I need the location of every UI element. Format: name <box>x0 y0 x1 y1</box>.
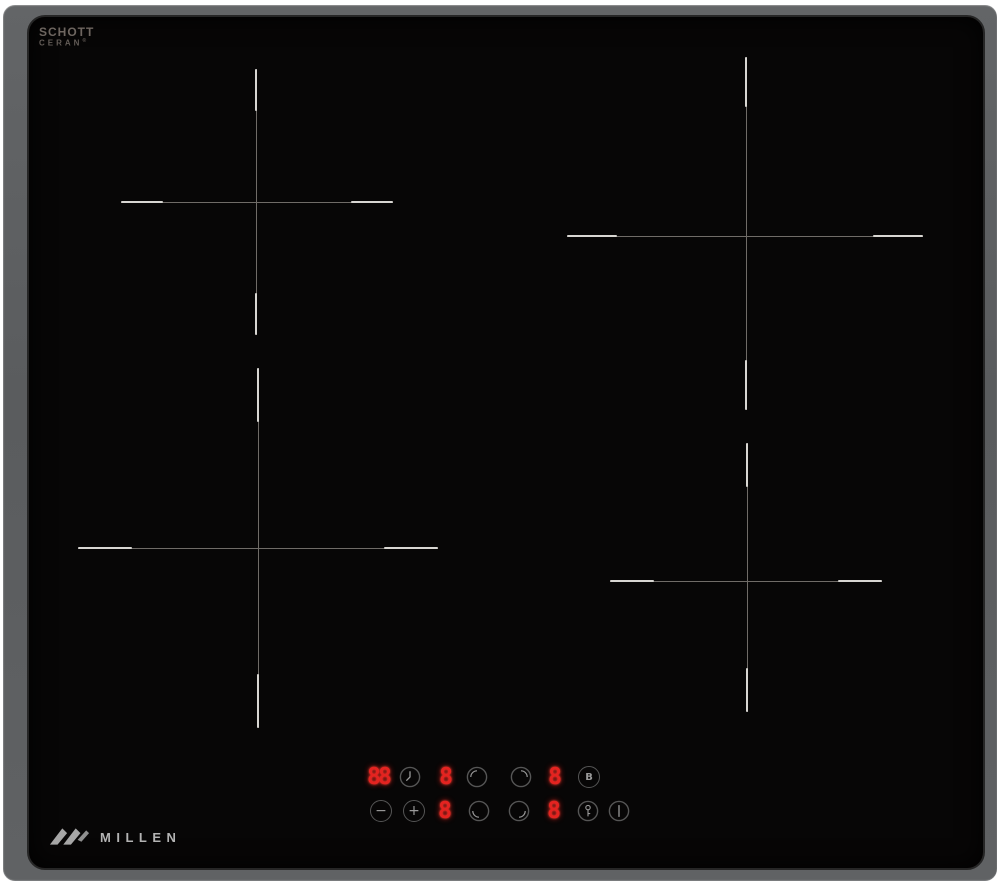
key-icon <box>577 800 599 822</box>
glass-brand-logo: SCHOTT CERAN® <box>39 26 94 48</box>
plus-button[interactable]: + <box>403 800 425 822</box>
cross-tip-bottom <box>257 674 259 728</box>
manufacturer-logo: MILLEN <box>48 824 181 850</box>
cross-line-horizontal <box>567 236 923 237</box>
zone-display-front-right: 8 <box>544 800 564 822</box>
power-icon <box>608 800 630 822</box>
cross-tip-right <box>351 201 393 203</box>
boost-button[interactable]: B <box>578 766 600 788</box>
clock-icon <box>399 766 421 788</box>
cross-tip-top <box>257 368 259 422</box>
cross-tip-top <box>746 443 748 487</box>
zone-arc-bottom-right-icon <box>508 800 530 822</box>
power-button[interactable] <box>608 800 630 822</box>
zone-select-front-right-button[interactable] <box>508 800 530 822</box>
cross-tip-left <box>610 580 654 582</box>
registered-mark: ® <box>82 38 86 44</box>
zone-select-front-left-button[interactable] <box>468 800 490 822</box>
cross-tip-left <box>121 201 163 203</box>
cross-tip-left <box>567 235 617 237</box>
cross-tip-right <box>838 580 882 582</box>
zone-arc-bottom-left-icon <box>468 800 490 822</box>
cross-tip-top <box>255 69 257 111</box>
millen-wave-logo-icon <box>48 824 90 850</box>
glass-brand-line2: CERAN® <box>39 39 94 48</box>
manufacturer-name: MILLEN <box>100 830 181 845</box>
glass-surface <box>27 15 985 870</box>
zone-arc-top-right-icon <box>510 766 532 788</box>
product-photo-induction-hob: SCHOTT CERAN® 88 8 8 <box>0 0 1000 885</box>
cross-tip-bottom <box>255 293 257 335</box>
plus-label: + <box>408 803 420 819</box>
cross-line-vertical <box>746 57 747 410</box>
zone-arc-top-left-icon <box>466 766 488 788</box>
cross-tip-right <box>873 235 923 237</box>
cross-tip-bottom <box>746 668 748 712</box>
cross-tip-right <box>384 547 438 549</box>
minus-label: − <box>375 803 387 819</box>
zone-select-rear-left-button[interactable] <box>466 766 488 788</box>
timer-button[interactable] <box>399 766 421 788</box>
cross-tip-left <box>78 547 132 549</box>
zone-display-front-left: 8 <box>435 800 455 822</box>
zone-select-rear-right-button[interactable] <box>510 766 532 788</box>
boost-label: B <box>585 772 593 783</box>
key-lock-button[interactable] <box>577 800 599 822</box>
timer-display: 88 <box>359 766 397 788</box>
cross-tip-bottom <box>745 360 747 410</box>
minus-button[interactable]: − <box>370 800 392 822</box>
cross-tip-top <box>745 57 747 107</box>
zone-display-rear-left: 8 <box>436 766 456 788</box>
zone-display-rear-right: 8 <box>545 766 565 788</box>
